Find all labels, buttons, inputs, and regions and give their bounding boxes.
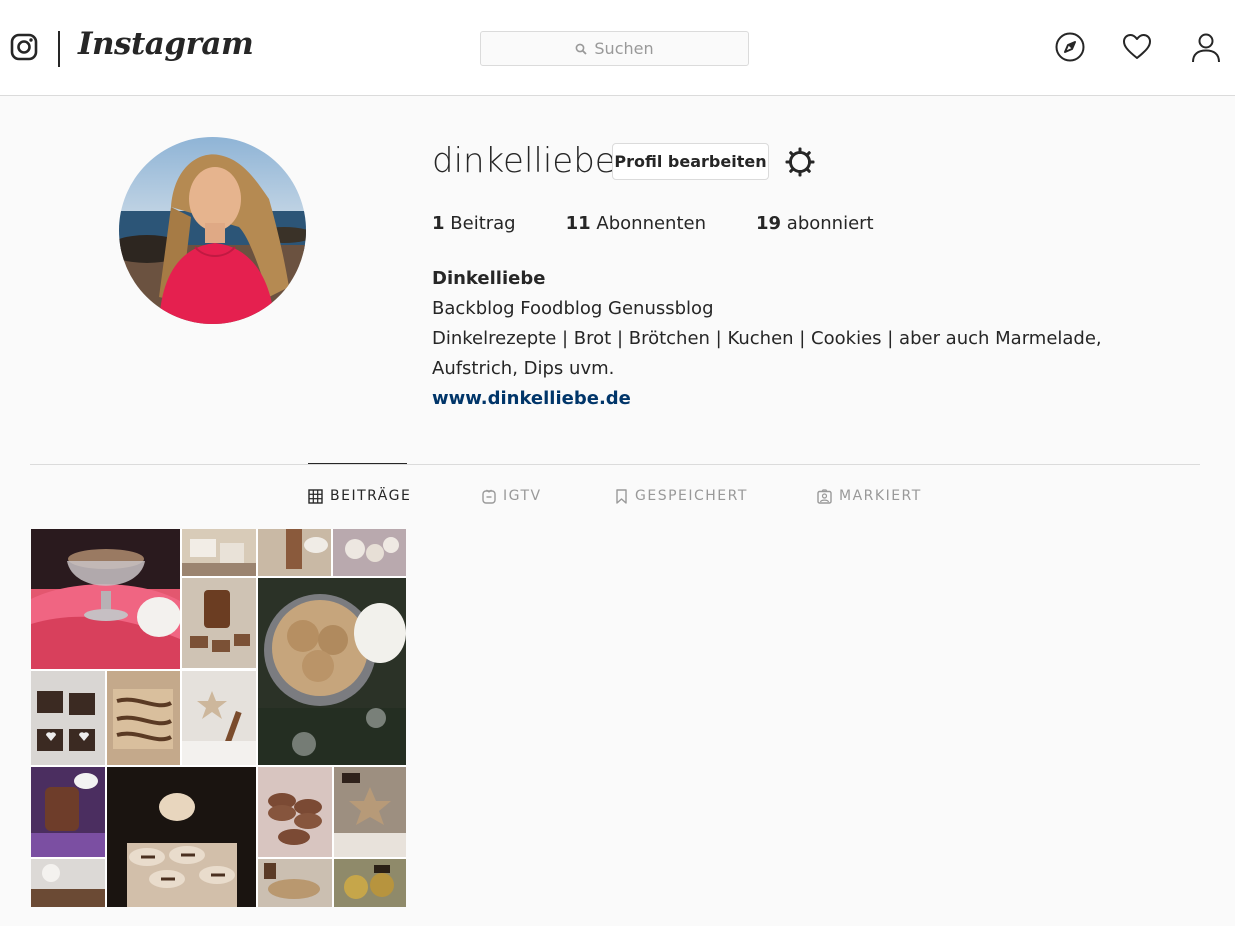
profile-full-name: Dinkelliebe xyxy=(432,268,546,289)
heart-icon[interactable] xyxy=(1121,31,1153,63)
gear-icon[interactable] xyxy=(784,146,816,178)
stat-followers[interactable]: 11 Abonnenten xyxy=(566,213,706,234)
logo-divider xyxy=(58,31,60,67)
person-icon[interactable] xyxy=(1190,31,1222,63)
collage-photo-cookies-bowl xyxy=(258,578,406,765)
stat-following-count: 19 xyxy=(756,213,782,234)
stat-followers-count: 11 xyxy=(565,213,591,234)
compass-icon[interactable] xyxy=(1054,31,1086,63)
tab-tagged-label: MARKIERT xyxy=(839,488,922,504)
collage-photo-brownies xyxy=(31,671,105,765)
edit-profile-button[interactable]: Profil bearbeiten xyxy=(612,143,769,180)
tagged-icon xyxy=(817,488,832,504)
collage-photo-bread xyxy=(258,859,332,907)
profile-avatar[interactable] xyxy=(119,137,306,324)
avatar-photo xyxy=(119,137,306,324)
search-input[interactable]: Suchen xyxy=(480,31,749,66)
tab-igtv[interactable]: IGTV xyxy=(482,488,542,504)
search-icon xyxy=(575,43,588,55)
tab-posts[interactable]: BEITRÄGE xyxy=(308,488,411,504)
grid-icon xyxy=(308,488,323,504)
profile-username: dinkelliebe xyxy=(432,141,616,181)
stat-posts-count: 1 xyxy=(432,213,445,234)
collage-photo-cinnamon-stars xyxy=(182,671,256,765)
stat-followers-label: Abonnenten xyxy=(596,213,706,234)
collage-photo-coconut xyxy=(182,529,256,576)
profile-stats: 1 Beitrag 11 Abonnenten 19 abonniert xyxy=(432,213,924,234)
tab-saved[interactable]: GESPEICHERT xyxy=(615,488,748,504)
tab-tagged[interactable]: MARKIERT xyxy=(817,488,922,504)
collage-photo-chocolate xyxy=(182,578,256,668)
instagram-glyph-icon[interactable] xyxy=(10,33,38,61)
stat-posts: 1 Beitrag xyxy=(432,213,516,234)
tab-posts-label: BEITRÄGE xyxy=(330,488,412,504)
collage-photo-swirl-bread xyxy=(107,671,180,765)
post-thumbnail[interactable] xyxy=(31,529,406,907)
collage-photo-rolled-cookies xyxy=(107,767,256,907)
profile-website-link[interactable]: www.dinkelliebe.de xyxy=(432,388,631,409)
collage-photo-spread-jar xyxy=(31,767,105,857)
bio-line-2: Dinkelrezepte | Brot | Brötchen | Kuchen… xyxy=(432,328,1102,379)
tabs-divider xyxy=(30,464,1200,465)
bio-line-1: Backblog Foodblog Genussblog xyxy=(432,298,714,319)
instagram-wordmark[interactable]: Instagram xyxy=(78,26,254,62)
stat-following-label: abonniert xyxy=(786,213,874,234)
stat-posts-label: Beitrag xyxy=(450,213,516,234)
collage-photo-bowl xyxy=(31,529,180,669)
search-placeholder: Suchen xyxy=(594,39,654,58)
collage-photo-flowers xyxy=(31,859,105,907)
active-tab-indicator xyxy=(308,463,407,464)
profile-bio: Dinkelliebe Backblog Foodblog Genussblog… xyxy=(432,264,1192,414)
collage-photo-jar xyxy=(258,529,331,576)
top-nav-bar: Instagram Suchen xyxy=(0,0,1235,96)
collage-photo-balls xyxy=(333,529,406,576)
bookmark-icon xyxy=(616,488,627,504)
collage-photo-stacked-cookies xyxy=(258,767,332,857)
tab-igtv-label: IGTV xyxy=(503,488,542,504)
stat-following[interactable]: 19 abonniert xyxy=(756,213,874,234)
igtv-icon xyxy=(482,489,496,504)
tab-saved-label: GESPEICHERT xyxy=(635,488,748,504)
collage-photo-star-cookies xyxy=(334,767,406,857)
collage-photo-apples xyxy=(334,859,406,907)
